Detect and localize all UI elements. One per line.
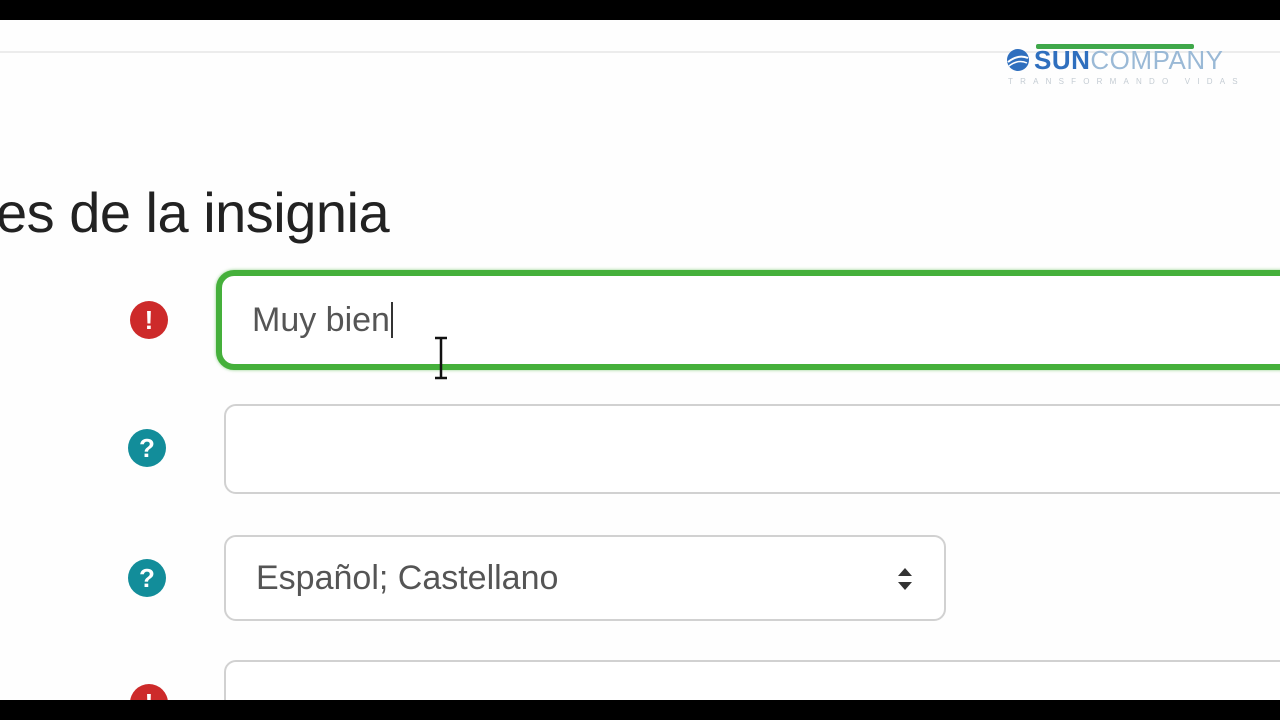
suncompany-logo: SUNCOMPANY TRANSFORMANDO VIDAS xyxy=(1006,44,1256,88)
badge-name-input[interactable]: Muy bien xyxy=(216,270,1280,370)
language-select[interactable]: Español; Castellano xyxy=(224,535,946,621)
logo-globe-icon xyxy=(1007,49,1029,71)
language-selected-value: Español; Castellano xyxy=(256,558,559,597)
select-updown-icon xyxy=(898,568,912,590)
badge-name-value: Muy bien xyxy=(252,300,390,339)
logo-brand-company: COMPANY xyxy=(1090,45,1224,75)
question-glyph: ? xyxy=(139,433,155,463)
page-viewport: SUNCOMPANY TRANSFORMANDO VIDAS es de la … xyxy=(0,20,1280,700)
logo-tagline: TRANSFORMANDO VIDAS xyxy=(1008,77,1245,86)
logo-brand-sun: SUN xyxy=(1034,45,1091,75)
section-title: es de la insignia xyxy=(0,181,390,244)
text-caret xyxy=(390,302,393,338)
exclamation-glyph: ! xyxy=(145,688,154,700)
help-question-icon[interactable]: ? xyxy=(128,559,166,597)
question-glyph: ? xyxy=(139,563,155,593)
logo-wordmark: SUNCOMPANY xyxy=(1034,46,1223,74)
exclamation-glyph: ! xyxy=(144,305,154,335)
video-letterbox-bottom xyxy=(0,700,1280,720)
text-cursor-icon xyxy=(435,336,447,380)
help-question-icon[interactable]: ? xyxy=(128,429,166,467)
badge-version-input[interactable] xyxy=(224,404,1280,494)
required-exclamation-icon[interactable]: ! xyxy=(130,684,168,700)
required-exclamation-icon[interactable]: ! xyxy=(130,301,168,339)
next-field-input[interactable] xyxy=(224,660,1280,700)
